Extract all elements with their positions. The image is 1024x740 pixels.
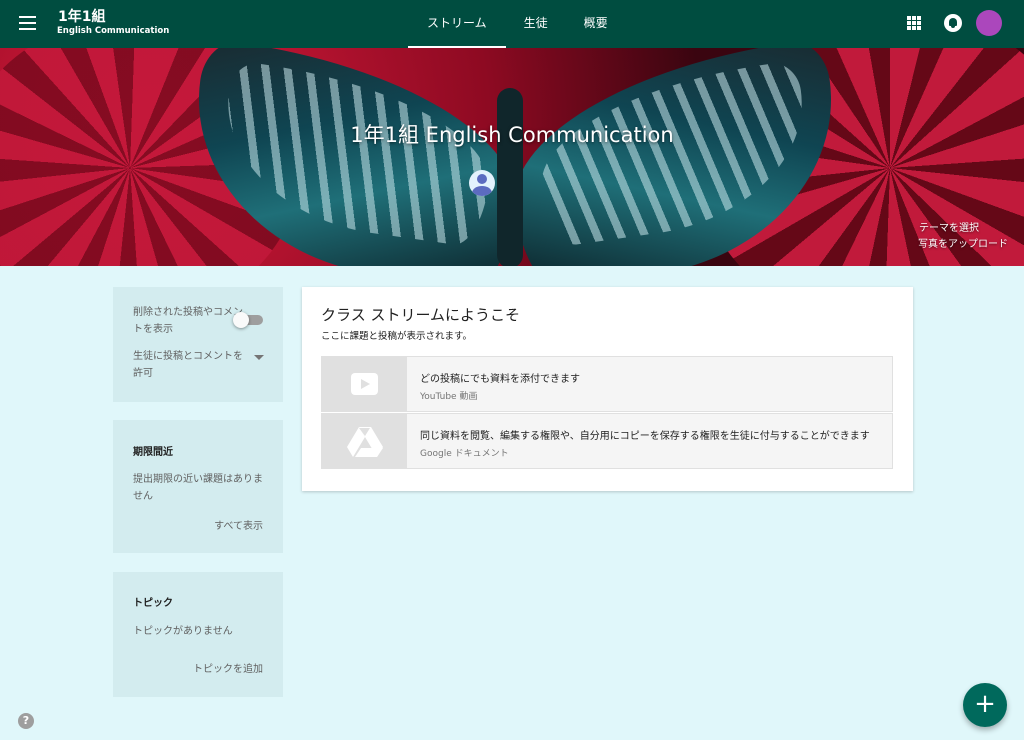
banner-butterfly-body — [497, 88, 523, 266]
feature-row-drive[interactable]: 同じ資料を閲覧、編集する権限や、自分用にコピーを保存する権限を生徒に付与すること… — [321, 413, 893, 469]
topics-empty-text: トピックがありません — [133, 626, 233, 637]
chevron-down-icon[interactable] — [254, 355, 264, 360]
teacher-avatar-icon[interactable] — [469, 170, 495, 196]
show-deleted-label: 削除された投稿やコメントを表示 — [133, 307, 243, 335]
tab-bar: ストリーム 生徒 概要 — [408, 0, 626, 48]
feature-title: どの投稿にでも資料を添付できます — [420, 374, 580, 385]
add-topic-link[interactable]: トピックを追加 — [193, 660, 263, 675]
welcome-title: クラス ストリームにようこそ — [321, 306, 521, 324]
youtube-icon — [351, 373, 378, 395]
upcoming-heading: 期限間近 — [133, 447, 173, 458]
tab-stream[interactable]: ストリーム — [408, 0, 506, 48]
class-name[interactable]: 1年1組 — [58, 9, 105, 26]
feature-subtitle: Google ドキュメント — [420, 449, 509, 459]
class-banner: 1年1組 English Communication テーマを選択 写真をアップ… — [0, 48, 1024, 266]
create-fab-button[interactable]: + — [963, 683, 1007, 727]
upload-photo-link[interactable]: 写真をアップロード — [918, 238, 1008, 252]
banner-title: 1年1組 English Communication — [350, 123, 674, 147]
apps-icon[interactable] — [907, 16, 921, 30]
upcoming-empty-text: 提出期限の近い課題はありません — [133, 474, 263, 502]
tab-about[interactable]: 概要 — [566, 0, 626, 48]
feature-row-youtube[interactable]: どの投稿にでも資料を添付できます YouTube 動画 — [321, 356, 893, 412]
top-app-bar: 1年1組 English Communication ストリーム 生徒 概要 — [0, 0, 1024, 48]
notifications-icon[interactable] — [944, 14, 962, 32]
feature-title: 同じ資料を閲覧、編集する権限や、自分用にコピーを保存する権限を生徒に付与すること… — [420, 431, 870, 442]
show-deleted-toggle[interactable] — [233, 312, 263, 328]
welcome-card: クラス ストリームにようこそ ここに課題と投稿が表示されます。 どの投稿にでも資… — [302, 287, 913, 491]
menu-icon[interactable] — [19, 16, 36, 30]
feature-subtitle: YouTube 動画 — [420, 392, 478, 402]
account-avatar[interactable] — [976, 10, 1002, 36]
select-theme-link[interactable]: テーマを選択 — [919, 222, 979, 236]
upcoming-card: 期限間近 提出期限の近い課題はありません すべて表示 — [113, 420, 283, 553]
welcome-subtitle: ここに課題と投稿が表示されます。 — [321, 331, 473, 342]
view-all-link[interactable]: すべて表示 — [214, 517, 263, 532]
stream-settings-card: 削除された投稿やコメントを表示 生徒に投稿とコメントを許可 — [113, 287, 283, 402]
topics-card: トピック トピックがありません トピックを追加 — [113, 572, 283, 697]
google-drive-icon — [347, 427, 383, 457]
help-icon[interactable]: ? — [18, 713, 34, 729]
topics-heading: トピック — [133, 598, 173, 609]
student-permission-label: 生徒に投稿とコメントを許可 — [133, 351, 243, 379]
tab-students[interactable]: 生徒 — [506, 0, 566, 48]
class-subject: English Communication — [57, 26, 170, 36]
